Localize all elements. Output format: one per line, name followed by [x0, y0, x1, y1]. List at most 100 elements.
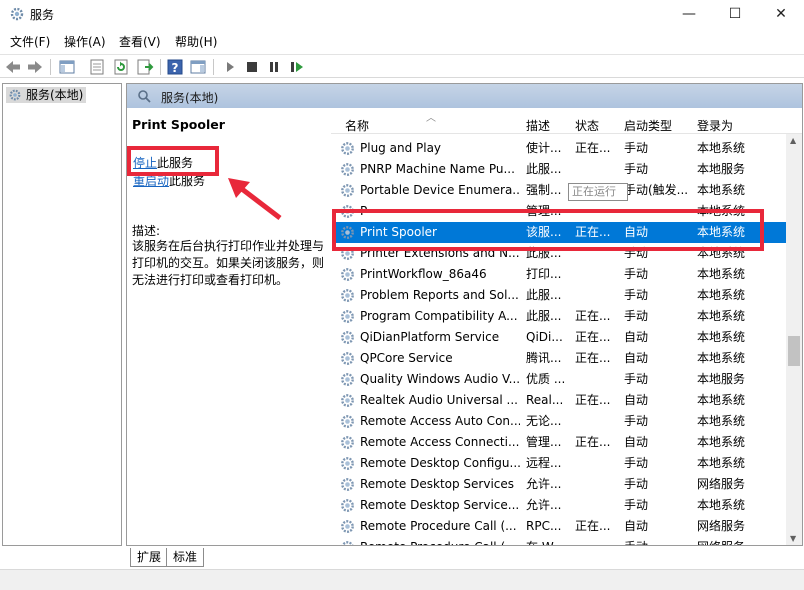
properties-sheet-icon[interactable] [88, 58, 106, 76]
maximize-button[interactable]: ☐ [712, 0, 758, 28]
table-row[interactable]: Problem Reports and Sol... 此服... 手动 本地系统 [336, 285, 786, 306]
show-console-tree-icon[interactable] [58, 58, 76, 76]
refresh-icon[interactable] [112, 58, 130, 76]
tree-item-label: 服务(本地) [26, 88, 84, 102]
table-row[interactable]: Quality Windows Audio V... 优质 ... 手动 本地服务 [336, 369, 786, 390]
start-service-icon[interactable] [221, 58, 239, 76]
service-description-cell: 远程... [526, 456, 562, 470]
service-name-cell: Remote Procedure Call (... [360, 537, 520, 545]
stop-service-icon[interactable] [243, 58, 261, 76]
service-name-cell: Remote Procedure Call (... [360, 519, 517, 533]
restart-service-icon[interactable] [288, 58, 306, 76]
service-startup-cell: 自动 [624, 519, 649, 533]
service-logon-cell: 本地系统 [697, 288, 746, 302]
menu-help[interactable]: 帮助(H) [175, 33, 217, 50]
table-row[interactable]: Remote Procedure Call (... 在 W... 手动网络服务 [336, 537, 786, 545]
service-gear-icon [341, 541, 354, 545]
service-description-cell: QiDi... [526, 330, 563, 344]
service-status-cell: 正在... [575, 435, 611, 449]
services-window: 服务 — ☐ ✕ 文件(F) 操作(A) 查看(V) 帮助(H) ? 服务(本地… [0, 0, 804, 590]
table-row[interactable]: QiDianPlatform Service QiDi... 正在... 自动 本地系统 [336, 327, 786, 348]
table-row[interactable]: Remote Desktop Services 允许... 手动 网络服务 [336, 474, 786, 495]
service-logon-cell: 网络服务 [697, 477, 746, 491]
column-header-status[interactable]: 状态 [575, 117, 599, 134]
column-header-log-on-as[interactable]: 登录为 [697, 117, 733, 134]
service-gear-icon [341, 142, 354, 155]
tree-item-services-local[interactable]: 服务(本地) [6, 87, 87, 103]
column-header-name[interactable]: 名称 [345, 117, 369, 134]
service-name-cell: Remote Desktop Configu... [360, 456, 520, 470]
services-list: ︿ 名称 描述 状态 启动类型 登录为 Plug and Play 使计... 正在… [331, 108, 802, 545]
service-gear-icon [341, 289, 354, 302]
scroll-down-arrow-icon[interactable]: ▼ [790, 534, 796, 543]
service-gear-icon [341, 415, 354, 428]
service-gear-icon [341, 163, 354, 176]
service-startup-cell: 手动 [624, 537, 690, 545]
tab-extended[interactable]: 扩展 [130, 548, 169, 567]
pane-header: 服务(本地) [127, 84, 802, 108]
menu-view[interactable]: 查看(V) [119, 33, 161, 50]
table-row[interactable]: Remote Desktop Configu... 远程... 手动 本地系统 [336, 453, 786, 474]
service-gear-icon [341, 310, 354, 323]
service-status-cell: 正在... [575, 330, 611, 344]
service-logon-cell: 网络服务 [697, 537, 753, 545]
scroll-up-arrow-icon[interactable]: ▲ [790, 136, 796, 145]
table-row[interactable]: Portable Device Enumera... 强制... 手动(触发... 本… [336, 180, 786, 201]
close-button[interactable]: ✕ [758, 0, 804, 28]
action-pane-icon[interactable] [189, 58, 207, 76]
table-row[interactable]: PNRP Machine Name Pu... 此服... 手动 本地服务 [336, 159, 786, 180]
table-row[interactable]: QPCore Service 腾讯... 正在... 自动 本地系统 [336, 348, 786, 369]
pause-service-icon[interactable] [265, 58, 283, 76]
minimize-button[interactable]: — [666, 0, 712, 28]
selected-service-title: Print Spooler [132, 117, 225, 132]
table-row[interactable]: Plug and Play 使计... 正在... 手动 本地系统 [336, 138, 786, 159]
service-logon-cell: 本地系统 [697, 456, 746, 470]
column-header-description[interactable]: 描述 [526, 117, 550, 134]
table-row[interactable]: PrintWorkflow_86a46 打印... 手动 本地系统 [336, 264, 786, 285]
service-gear-icon [341, 352, 354, 365]
service-description-cell: 在 W... [526, 537, 566, 545]
table-row[interactable]: Realtek Audio Universal ... Real... 正在... 自… [336, 390, 786, 411]
table-row[interactable]: Remote Access Connecti... 管理... 正在... 自动 本地系… [336, 432, 786, 453]
toolbar: ? [0, 54, 804, 78]
service-logon-cell: 本地系统 [697, 309, 746, 323]
service-description-cell: 此服... [526, 162, 562, 176]
menu-action[interactable]: 操作(A) [64, 33, 106, 50]
menu-file[interactable]: 文件(F) [10, 33, 50, 50]
restart-service-suffix: 此服务 [169, 174, 206, 188]
forward-arrow-icon[interactable] [26, 58, 44, 76]
window-title: 服务 [30, 8, 55, 22]
column-header-startup-type[interactable]: 启动类型 [624, 117, 672, 134]
export-list-icon[interactable] [136, 58, 154, 76]
vertical-scrollbar[interactable]: ▲ ▼ [786, 134, 802, 545]
service-name-cell: Problem Reports and Sol... [360, 288, 519, 302]
service-logon-cell: 本地系统 [697, 435, 746, 449]
table-row[interactable]: Program Compatibility A... 此服... 正在... 手动 本地… [336, 306, 786, 327]
title-bar: 服务 — ☐ ✕ [0, 0, 804, 28]
service-status-cell: 正在... [575, 141, 611, 155]
table-row[interactable]: Remote Desktop Service... 允许... 手动 本地系统 [336, 495, 786, 516]
service-description-cell: 管理... [526, 435, 562, 449]
list-header: ︿ 名称 描述 状态 启动类型 登录为 [331, 108, 802, 134]
toolbar-separator [160, 59, 161, 75]
service-startup-cell: 自动 [624, 435, 649, 449]
annotation-arrow-icon [228, 178, 282, 220]
service-status-cell: 正在... [575, 351, 611, 365]
service-startup-cell: 手动 [624, 288, 649, 302]
restart-service-link[interactable]: 重启动 [133, 174, 169, 188]
service-gear-icon [341, 478, 354, 491]
svg-text:?: ? [172, 61, 179, 75]
service-name-cell: Portable Device Enumera... [360, 183, 520, 197]
service-logon-cell: 本地系统 [697, 267, 746, 281]
service-logon-cell: 本地系统 [697, 183, 746, 197]
table-row[interactable]: Remote Procedure Call (... RPC... 正在... 自动 网… [336, 516, 786, 537]
service-gear-icon [341, 499, 354, 512]
back-arrow-icon[interactable] [4, 58, 22, 76]
service-startup-cell: 手动 [624, 456, 649, 470]
table-row[interactable]: Remote Access Auto Con... 无论... 手动 本地系统 [336, 411, 786, 432]
scrollbar-thumb[interactable] [788, 336, 800, 366]
help-icon[interactable]: ? [166, 58, 184, 76]
service-name-cell: Plug and Play [360, 141, 442, 155]
tab-standard[interactable]: 标准 [166, 548, 205, 567]
service-description-cell: 允许... [526, 477, 562, 491]
